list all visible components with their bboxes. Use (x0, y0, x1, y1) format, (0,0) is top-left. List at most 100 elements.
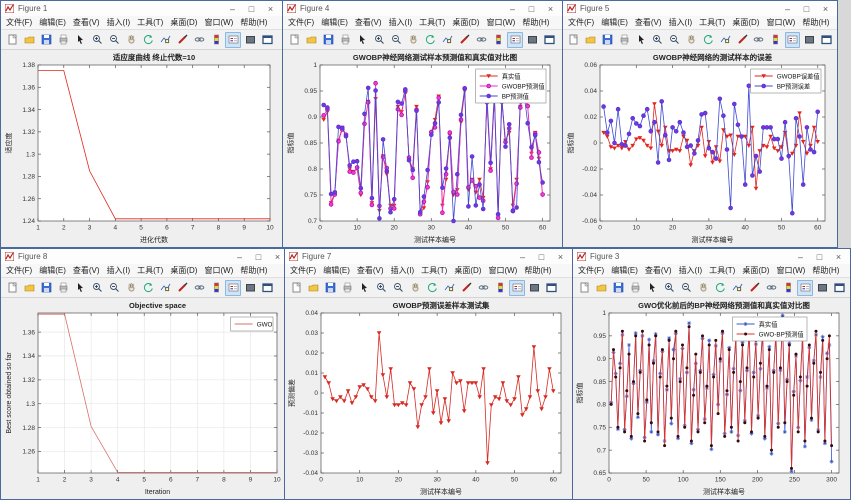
save-icon[interactable] (610, 280, 626, 296)
insert-legend-icon[interactable] (225, 32, 241, 48)
data-cursor-icon[interactable] (441, 280, 457, 296)
new-file-icon[interactable] (286, 32, 302, 48)
menu-item-4[interactable]: 工具(T) (699, 17, 725, 28)
menu-item-5[interactable]: 桌面(D) (454, 265, 481, 276)
menu-item-2[interactable]: 查看(V) (73, 17, 100, 28)
menu-item-6[interactable]: 窗口(W) (204, 265, 233, 276)
new-file-icon[interactable] (566, 32, 582, 48)
minimize-button[interactable]: – (780, 2, 795, 16)
print-icon[interactable] (627, 280, 643, 296)
menu-item-1[interactable]: 编辑(E) (321, 17, 348, 28)
menu-item-6[interactable]: 窗口(W) (488, 265, 517, 276)
close-button[interactable]: × (818, 2, 833, 16)
title-bar[interactable]: Figure 5 – □ × (563, 1, 837, 16)
insert-legend-icon[interactable] (507, 32, 523, 48)
print-icon[interactable] (339, 280, 355, 296)
cursor-icon[interactable] (72, 280, 88, 296)
menu-item-4[interactable]: 工具(T) (137, 17, 163, 28)
menu-item-6[interactable]: 窗口(W) (486, 17, 515, 28)
dock-minimize-icon[interactable] (526, 280, 542, 296)
brush-icon[interactable] (458, 280, 474, 296)
menu-item-3[interactable]: 插入(I) (389, 17, 413, 28)
menu-item-7[interactable]: 帮助(H) (802, 17, 829, 28)
title-bar[interactable]: Figure 7 – □ × (285, 249, 572, 264)
close-button[interactable]: × (831, 250, 846, 264)
pan-icon[interactable] (407, 280, 423, 296)
close-button[interactable]: × (263, 2, 278, 16)
zoom-in-icon[interactable] (373, 280, 389, 296)
menu-item-3[interactable]: 插入(I) (679, 265, 703, 276)
title-bar[interactable]: Figure 4 – □ × (283, 1, 562, 16)
link-plots-icon[interactable] (763, 280, 779, 296)
menu-item-5[interactable]: 桌面(D) (742, 265, 769, 276)
menu-item-5[interactable]: 桌面(D) (732, 17, 759, 28)
menu-item-6[interactable]: 窗口(W) (766, 17, 795, 28)
maximize-button[interactable]: □ (812, 250, 827, 264)
print-icon[interactable] (55, 32, 71, 48)
cursor-icon[interactable] (72, 32, 88, 48)
menu-item-0[interactable]: 文件(F) (568, 17, 594, 28)
close-button[interactable]: × (270, 250, 285, 264)
menu-item-0[interactable]: 文件(F) (6, 17, 32, 28)
menu-item-5[interactable]: 桌面(D) (170, 265, 197, 276)
menu-item-7[interactable]: 帮助(H) (522, 17, 549, 28)
menu-item-4[interactable]: 工具(T) (419, 17, 445, 28)
menu-item-0[interactable]: 文件(F) (290, 265, 316, 276)
minimize-button[interactable]: – (515, 250, 530, 264)
cursor-icon[interactable] (633, 32, 649, 48)
data-cursor-icon[interactable] (717, 32, 733, 48)
pan-icon[interactable] (123, 32, 139, 48)
new-file-icon[interactable] (576, 280, 592, 296)
maximize-button[interactable]: □ (524, 2, 539, 16)
data-cursor-icon[interactable] (729, 280, 745, 296)
menu-item-1[interactable]: 编辑(E) (39, 265, 66, 276)
dock-minimize-icon[interactable] (801, 32, 817, 48)
menu-item-7[interactable]: 帮助(H) (524, 265, 551, 276)
title-bar[interactable]: Figure 3 – □ × (573, 249, 850, 264)
insert-colorbar-icon[interactable] (490, 32, 506, 48)
close-button[interactable]: × (553, 250, 568, 264)
rotate-3d-icon[interactable] (140, 32, 156, 48)
cursor-icon[interactable] (644, 280, 660, 296)
rotate-3d-icon[interactable] (422, 32, 438, 48)
minimize-button[interactable]: – (225, 2, 240, 16)
brush-icon[interactable] (734, 32, 750, 48)
open-folder-icon[interactable] (303, 32, 319, 48)
menu-item-2[interactable]: 查看(V) (635, 17, 662, 28)
menu-item-2[interactable]: 查看(V) (645, 265, 672, 276)
save-icon[interactable] (38, 280, 54, 296)
cursor-icon[interactable] (354, 32, 370, 48)
menu-item-5[interactable]: 桌面(D) (452, 17, 479, 28)
menu-item-1[interactable]: 编辑(E) (39, 17, 66, 28)
menu-item-3[interactable]: 插入(I) (391, 265, 415, 276)
pan-icon[interactable] (684, 32, 700, 48)
insert-colorbar-icon[interactable] (492, 280, 508, 296)
save-icon[interactable] (600, 32, 616, 48)
menu-item-6[interactable]: 窗口(W) (776, 265, 805, 276)
menu-item-2[interactable]: 查看(V) (355, 17, 382, 28)
menu-item-6[interactable]: 窗口(W) (204, 17, 233, 28)
zoom-out-icon[interactable] (390, 280, 406, 296)
dock-minimize-icon[interactable] (242, 280, 258, 296)
menu-item-1[interactable]: 编辑(E) (323, 265, 350, 276)
new-file-icon[interactable] (288, 280, 304, 296)
insert-legend-icon[interactable] (225, 280, 241, 296)
dock-figure-icon[interactable] (831, 280, 847, 296)
title-bar[interactable]: Figure 8 – □ × (1, 249, 289, 264)
insert-colorbar-icon[interactable] (208, 280, 224, 296)
dock-figure-icon[interactable] (259, 32, 275, 48)
zoom-out-icon[interactable] (388, 32, 404, 48)
link-plots-icon[interactable] (475, 280, 491, 296)
maximize-button[interactable]: □ (244, 2, 259, 16)
dock-minimize-icon[interactable] (242, 32, 258, 48)
menu-item-7[interactable]: 帮助(H) (240, 17, 267, 28)
dock-minimize-icon[interactable] (524, 32, 540, 48)
zoom-out-icon[interactable] (678, 280, 694, 296)
minimize-button[interactable]: – (232, 250, 247, 264)
close-button[interactable]: × (543, 2, 558, 16)
zoom-in-icon[interactable] (89, 280, 105, 296)
zoom-in-icon[interactable] (89, 32, 105, 48)
save-icon[interactable] (38, 32, 54, 48)
link-plots-icon[interactable] (191, 32, 207, 48)
title-bar[interactable]: Figure 1 – □ × (1, 1, 282, 16)
